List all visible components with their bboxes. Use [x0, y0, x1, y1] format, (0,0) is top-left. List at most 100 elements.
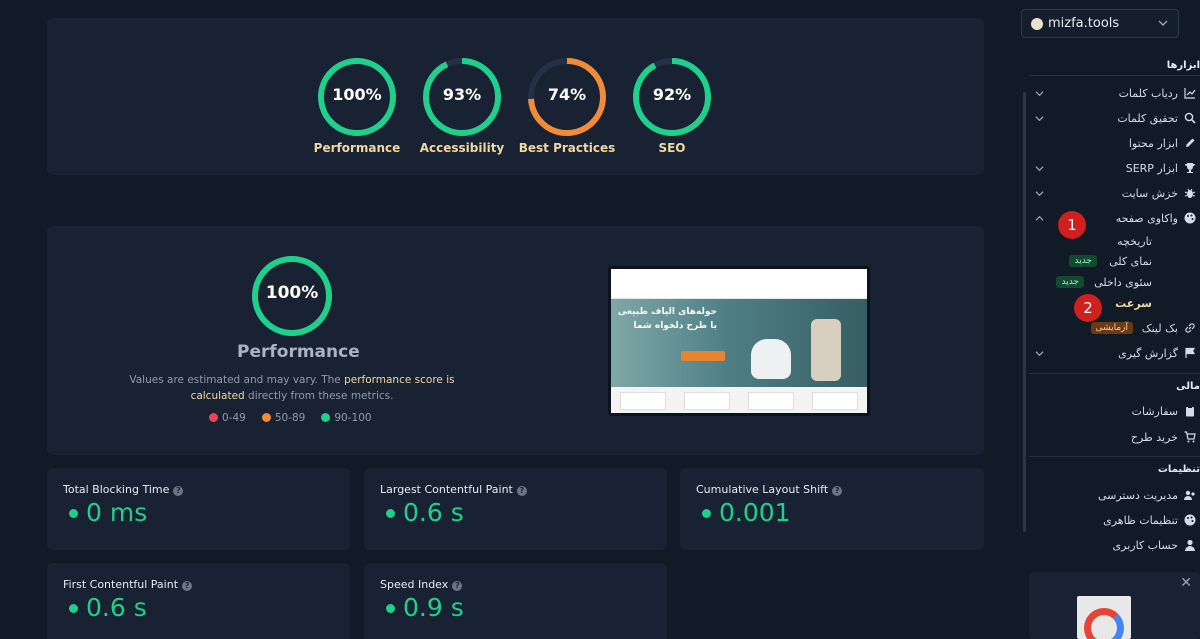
- score-value: 74%: [547, 85, 587, 104]
- help-icon[interactable]: ?: [516, 486, 527, 496]
- divider: [1029, 373, 1200, 374]
- screenshot-towels: [751, 339, 791, 379]
- sidebar-item-label: ردیاب کلمات: [1118, 87, 1178, 100]
- help-icon[interactable]: ?: [452, 581, 463, 591]
- chevron-down-icon[interactable]: [1035, 164, 1044, 173]
- sidebar-item-tool-2[interactable]: تحقیق کلمات: [1029, 109, 1200, 129]
- section-heading-finance: مالی: [1176, 381, 1200, 392]
- score-legend: 0-49 50-89 90-100: [209, 412, 372, 424]
- score-value: 93%: [442, 85, 482, 104]
- status-dot-icon: [69, 509, 78, 518]
- users-icon: [1184, 490, 1195, 500]
- chart-icon: [1184, 88, 1196, 99]
- clipboard-icon: [1186, 406, 1194, 417]
- screenshot-header: [611, 269, 867, 299]
- score-accessibility[interactable]: 93% Accessibility: [412, 56, 512, 155]
- sidebar-item-buy-plan[interactable]: خرید طرح: [1029, 428, 1200, 448]
- screenshot-hero-button: [681, 351, 725, 361]
- score-label: Accessibility: [419, 141, 505, 155]
- help-icon[interactable]: ?: [182, 581, 193, 591]
- score-label: Best Practices: [518, 141, 616, 155]
- chevron-down-icon[interactable]: [1035, 349, 1044, 358]
- metric-name: Cumulative Layout Shift?: [696, 483, 843, 496]
- cart-icon: [1184, 431, 1196, 443]
- section-heading-tools: ابزارها: [1166, 60, 1200, 71]
- subitem-onpage-seo[interactable]: سئوی داخلی: [1094, 276, 1152, 289]
- step-marker-1: 1: [1058, 211, 1086, 239]
- chevron-up-icon[interactable]: [1035, 214, 1044, 223]
- score-value: 100%: [332, 85, 382, 104]
- palette-icon: [1184, 212, 1196, 224]
- site-favicon-icon: [1031, 18, 1043, 30]
- score-value: 92%: [652, 85, 692, 104]
- description-text: Values are estimated and may vary. The: [129, 374, 345, 386]
- experimental-badge: آزمایشی: [1090, 322, 1133, 334]
- site-name: mizfa.tools: [1048, 16, 1120, 31]
- chrome-extension-image: [1077, 596, 1131, 639]
- chevron-down-icon[interactable]: [1035, 114, 1044, 123]
- sidebar-item-tool-5[interactable]: خزش سایت: [1029, 184, 1200, 204]
- user-icon: [1185, 539, 1195, 551]
- subitem-speed[interactable]: سرعت: [1115, 297, 1152, 310]
- performance-title: Performance: [237, 342, 360, 362]
- status-dot-icon: [702, 509, 711, 518]
- metric-name: Speed Index?: [380, 578, 463, 591]
- help-icon[interactable]: ?: [173, 486, 184, 496]
- screenshot-hero-line1: حوله‌های الیاف طبیعی: [617, 307, 717, 317]
- chevron-down-icon[interactable]: [1035, 189, 1044, 198]
- metric-value: 0 ms: [69, 498, 147, 527]
- metric-value: 0.6 s: [69, 593, 147, 622]
- new-badge: جدید: [1069, 255, 1097, 267]
- status-dot-icon: [386, 509, 395, 518]
- sidebar-item-tool-3[interactable]: ابزار محتوا: [1029, 134, 1200, 154]
- metric-name: Total Blocking Time?: [63, 483, 184, 496]
- chevron-down-icon: [1158, 20, 1168, 26]
- sidebar-item-tool-6[interactable]: واکاوی صفحه: [1029, 209, 1200, 229]
- new-badge: جدید: [1056, 276, 1084, 288]
- metric-card-si: Speed Index? 0.9 s: [364, 563, 667, 639]
- sidebar-item-account[interactable]: حساب کاربری: [1029, 536, 1200, 556]
- chevron-down-icon[interactable]: [1035, 89, 1044, 98]
- score-performance[interactable]: 100% Performance: [307, 56, 407, 155]
- promo-card: ✕: [1029, 572, 1200, 639]
- scores-card: 100% Performance 93% Accessibility 74% Best P…: [47, 18, 984, 175]
- step-marker-2: 2: [1074, 294, 1102, 322]
- metric-value: 0.001: [702, 498, 791, 527]
- score-best-practices[interactable]: 74% Best Practices: [517, 56, 617, 155]
- page-screenshot: حوله‌های الیاف طبیعی با طرح دلخواه شما: [608, 266, 870, 416]
- divider: [1029, 75, 1200, 76]
- sidebar-item-label: خزش سایت: [1121, 187, 1178, 200]
- subitem-history[interactable]: تاریخچه: [1117, 235, 1152, 248]
- status-dot-icon: [69, 604, 78, 613]
- screenshot-vase: [811, 319, 841, 381]
- subitem-overview[interactable]: نمای کلی: [1109, 255, 1152, 268]
- sidebar-item-tool-4[interactable]: ابزار SERP: [1029, 159, 1200, 179]
- help-icon[interactable]: ?: [832, 486, 843, 496]
- sidebar-item-access[interactable]: مدیریت دسترسی: [1029, 486, 1200, 506]
- sidebar-item-tool-1[interactable]: ردیاب کلمات: [1029, 84, 1200, 104]
- link-icon: [1185, 323, 1195, 333]
- score-label: Performance: [313, 141, 401, 155]
- site-selector[interactable]: mizfa.tools: [1021, 9, 1179, 38]
- metric-name: Largest Contentful Paint?: [380, 483, 527, 496]
- sidebar-item-reports[interactable]: گزارش گیری: [1029, 344, 1200, 364]
- sidebar-item-appearance[interactable]: تنظیمات ظاهری: [1029, 511, 1200, 531]
- main-content: 100% Performance 93% Accessibility 74% Best P…: [0, 0, 1010, 639]
- score-label: SEO: [658, 141, 686, 155]
- metric-card-lcp: Largest Contentful Paint? 0.6 s: [364, 468, 667, 550]
- screenshot-hero: حوله‌های الیاف طبیعی با طرح دلخواه شما: [611, 299, 867, 387]
- sidebar-item-orders[interactable]: سفارشات: [1029, 402, 1200, 422]
- performance-gauge-value: 100%: [265, 283, 319, 303]
- divider: [1029, 456, 1200, 457]
- screenshot-features: [611, 387, 867, 413]
- metric-card-cls: Cumulative Layout Shift? 0.001: [680, 468, 984, 550]
- performance-card: 100% Performance Values are estimated an…: [47, 226, 984, 455]
- sidebar-scrollbar[interactable]: [1023, 92, 1026, 532]
- sidebar-item-label: ابزار SERP: [1125, 162, 1178, 175]
- legend-item-good: 90-100: [321, 412, 372, 424]
- search-icon: [1184, 112, 1196, 124]
- score-seo[interactable]: 92% SEO: [622, 56, 722, 155]
- section-heading-settings: تنظیمات: [1157, 464, 1200, 475]
- close-icon[interactable]: ✕: [1180, 575, 1192, 591]
- screenshot-hero-line2: با طرح دلخواه شما: [633, 321, 717, 331]
